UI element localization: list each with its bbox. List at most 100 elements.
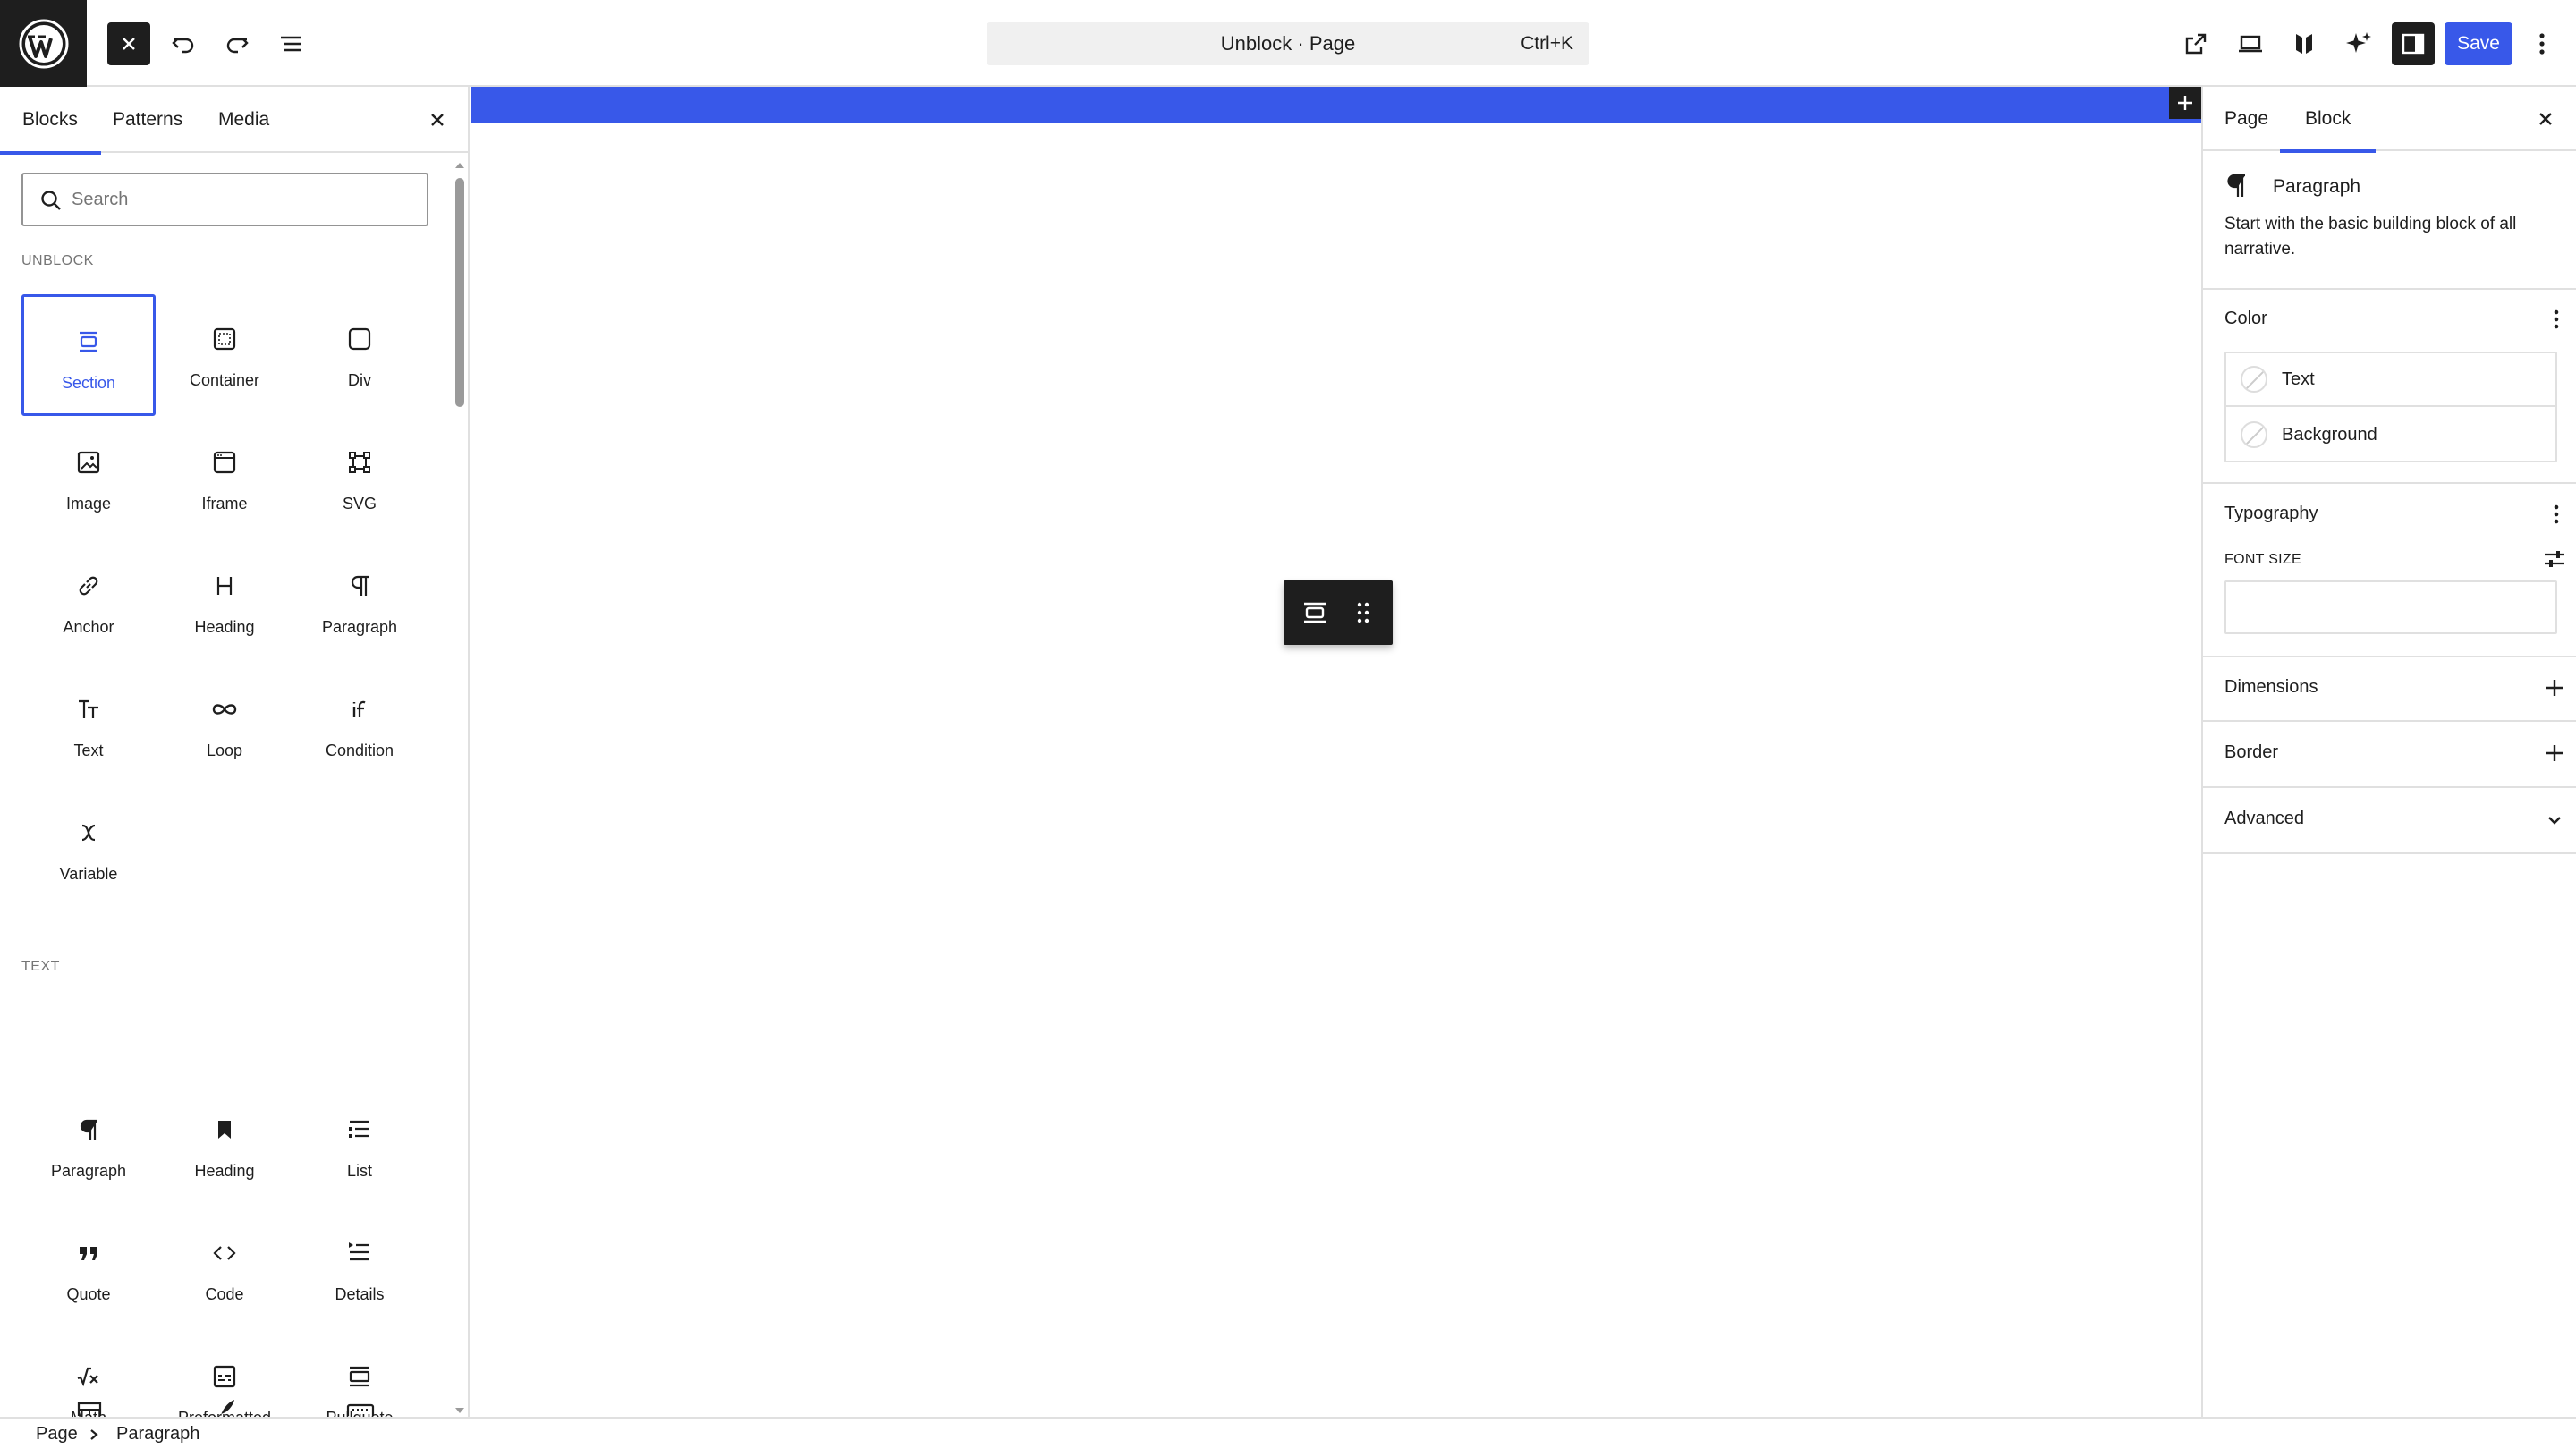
close-settings-button[interactable] [2525,98,2566,140]
condition-icon [342,691,377,727]
undo-button[interactable] [162,22,205,65]
close-inserter-button[interactable] [107,22,150,65]
block-paragraph[interactable]: Paragraph [292,541,427,663]
block-list[interactable]: List [292,1085,427,1207]
block-heading[interactable]: Heading [157,541,292,663]
save-button[interactable]: Save [2445,22,2512,65]
block-text[interactable]: Text [21,665,156,786]
breadcrumb-item-page[interactable]: Page [36,1424,78,1445]
tab-blocks[interactable]: Blocks [0,87,101,155]
block-heading[interactable]: Heading [157,1085,292,1207]
table-block-icon[interactable] [75,1398,104,1416]
keyboard-block-icon[interactable] [345,1400,376,1416]
block-label: Section [61,374,116,392]
tab-block[interactable]: Block [2279,87,2377,153]
external-link-icon [2185,33,2207,55]
block-label: Paragraph [50,1162,127,1180]
block-inserter-panel: Blocks Patterns Media Search UNBLOCK Sec… [0,87,470,1417]
block-label: SVG [342,495,377,513]
wordpress-logo-button[interactable] [0,0,87,87]
ai-assistant-button[interactable] [2337,22,2380,65]
background-color-item[interactable]: Background [2226,408,2555,462]
block-section[interactable]: Section [21,294,156,416]
color-panel-title: Color [2224,309,2267,328]
dimensions-panel-title: Dimensions [2224,677,2318,697]
border-panel-header[interactable]: Border [2203,722,2576,786]
block-div[interactable]: Div [292,294,427,416]
section-block-selected[interactable] [471,87,2201,123]
scroll-up-arrow-icon[interactable] [452,158,468,171]
block-svg[interactable]: SVG [292,418,427,539]
color-item-label: Text [2282,369,2315,389]
block-search-input[interactable]: Search [21,173,428,226]
loop-icon [207,691,242,727]
svg-icon [342,445,377,480]
redo-button[interactable] [216,22,258,65]
block-inserter-button[interactable] [2169,87,2201,119]
close-icon [123,38,135,50]
block-image[interactable]: Image [21,418,156,539]
typography-panel-title: Typography [2224,504,2318,523]
advanced-panel-header[interactable]: Advanced [2203,788,2576,852]
scroll-thumb[interactable] [455,178,464,407]
preformatted-icon [207,1359,242,1394]
scroll-down-arrow-icon[interactable] [452,1405,468,1417]
tab-page[interactable]: Page [2224,87,2268,151]
inserter-scrollbar[interactable] [450,158,466,1417]
close-inserter-panel-button[interactable] [417,99,458,140]
block-anchor[interactable]: Anchor [21,541,156,663]
block-quote[interactable]: Quote [21,1208,156,1330]
image-icon [71,445,106,480]
view-page-button[interactable] [2174,22,2217,65]
block-loop[interactable]: Loop [157,665,292,786]
unblock-logo-icon [2296,34,2312,54]
quote-icon [71,1235,106,1271]
color-settings-group: Text Background [2224,352,2557,462]
category-label: TEXT [21,959,60,974]
block-code[interactable]: Code [157,1208,292,1330]
block-details[interactable]: Details [292,1208,427,1330]
unblock-plugin-button[interactable] [2283,22,2326,65]
block-paragraph[interactable]: Paragraph [21,1085,156,1207]
device-preview-button[interactable] [2229,22,2272,65]
settings-sliders-icon [2545,551,2564,567]
close-icon [431,114,444,126]
wordpress-icon [19,19,68,68]
document-overview-button[interactable] [269,22,312,65]
advanced-panel-title: Advanced [2224,809,2304,828]
undo-icon [172,38,194,54]
block-label: Container [189,371,260,389]
color-options-button[interactable] [2540,303,2572,335]
text-color-item[interactable]: Text [2226,353,2555,407]
options-menu-button[interactable] [2522,22,2562,65]
sidebar-icon [2402,33,2425,55]
font-size-custom-toggle[interactable] [2538,543,2571,575]
block-iframe[interactable]: Iframe [157,418,292,539]
laptop-icon [2239,35,2262,53]
block-container[interactable]: Container [157,294,292,416]
font-size-input[interactable] [2224,580,2557,634]
drag-handle-icon [1357,602,1369,623]
block-type-switcher[interactable] [1298,597,1332,629]
document-title: Unblock · Page [1220,32,1356,55]
command-palette-bar[interactable]: Unblock · Page Ctrl+K [987,22,1589,65]
block-condition[interactable]: Condition [292,665,427,786]
breadcrumb-item-paragraph: Paragraph [116,1424,200,1444]
bookmark-icon [207,1112,242,1148]
list-view-icon [281,36,301,52]
verse-block-icon[interactable] [211,1394,240,1416]
typography-options-button[interactable] [2540,498,2572,530]
divider [2203,288,2576,290]
block-label: Variable [59,865,118,883]
settings-toggle-button[interactable] [2392,22,2435,65]
settings-sidebar: Page Block Paragraph Start with the basi… [2201,87,2576,1417]
editor-canvas[interactable] [471,87,2201,1417]
text-icon [71,691,106,727]
dimensions-panel-header[interactable]: Dimensions [2203,657,2576,722]
drag-handle[interactable] [1350,597,1377,629]
tab-patterns[interactable]: Patterns [113,87,182,153]
settings-tabs: Page Block [2203,87,2576,153]
block-variable[interactable]: Variable [21,788,156,910]
tab-media[interactable]: Media [218,87,269,153]
block-label: Div [348,371,371,389]
